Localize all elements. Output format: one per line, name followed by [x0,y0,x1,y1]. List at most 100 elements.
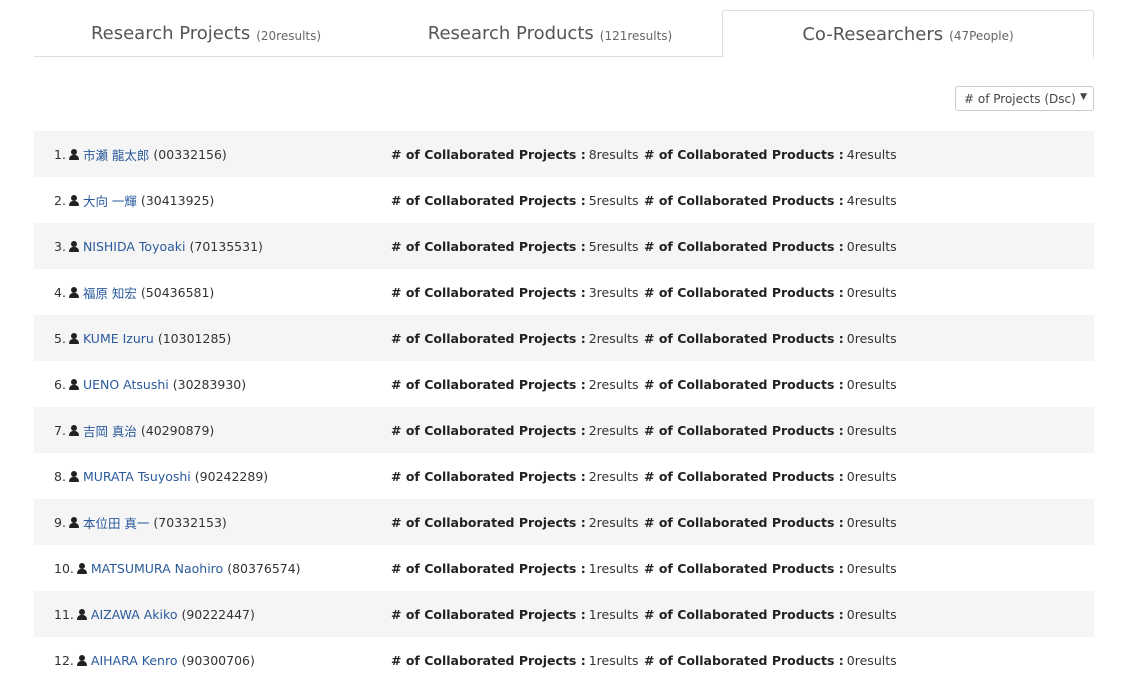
person-icon [68,286,79,298]
projects-count: 2results [588,514,639,530]
researcher-cell: 7. 吉岡 真治 (40290879) [54,421,214,440]
researcher-name-link[interactable]: KUME Izuru [83,331,154,346]
rank-number: 7. [54,422,66,438]
tab-label: Research Products [427,23,594,44]
projects-label: # of Collaborated Projects : [391,652,586,668]
rank-number: 9. [54,514,66,530]
researcher-cell: 5. KUME Izuru (10301285) [54,331,231,346]
researcher-name-link[interactable]: AIZAWA Akiko [91,607,178,622]
rank-number: 2. [54,192,66,208]
rank-number: 12. [54,652,74,668]
projects-label: # of Collaborated Projects : [391,560,586,576]
products-label: # of Collaborated Products : [644,422,844,438]
products-count: 0results [846,330,897,346]
sort-select[interactable]: # of Projects (Dsc) ▼ [955,86,1094,111]
list-item: 11. AIZAWA Akiko (90222447) # of Collaborat… [34,591,1094,637]
collaborated-projects: # of Collaborated Projects :2results [391,515,639,530]
collaborated-projects: # of Collaborated Projects :2results [391,331,639,346]
products-count: 0results [846,284,897,300]
products-label: # of Collaborated Products : [644,146,844,162]
researcher-id: (30283930) [172,376,247,392]
rank-number: 5. [54,330,66,346]
tab-research-projects[interactable]: Research Projects (20results) [34,10,378,57]
collaborated-projects: # of Collaborated Projects :8results [391,147,639,162]
projects-label: # of Collaborated Projects : [391,606,586,622]
projects-count: 3results [588,284,639,300]
researcher-name-link[interactable]: UENO Atsushi [83,377,169,392]
researcher-name-link[interactable]: NISHIDA Toyoaki [83,239,186,254]
person-icon [68,240,79,252]
list-item: 5. KUME Izuru (10301285) # of Collaborated … [34,315,1094,361]
person-icon [76,608,87,620]
list-item: 8. MURATA Tsuyoshi (90242289) # of Collabor… [34,453,1094,499]
researcher-cell: 11. AIZAWA Akiko (90222447) [54,607,255,622]
collaborated-products: # of Collaborated Products :4results [644,147,897,162]
collaborated-projects: # of Collaborated Projects :1results [391,561,639,576]
researcher-cell: 3. NISHIDA Toyoaki (70135531) [54,239,263,254]
researcher-name-link[interactable]: 本位田 真一 [83,513,149,532]
researcher-name-link[interactable]: MATSUMURA Naohiro [91,561,223,576]
projects-count: 5results [588,192,639,208]
researcher-cell: 2. 大向 一輝 (30413925) [54,191,214,210]
person-icon [76,562,87,574]
list-item: 7. 吉岡 真治 (40290879) # of Collaborated Proje… [34,407,1094,453]
list-item: 9. 本位田 真一 (70332153) # of Collaborated Proj… [34,499,1094,545]
products-label: # of Collaborated Products : [644,606,844,622]
researcher-id: (90222447) [181,606,255,622]
tab-co-researchers[interactable]: Co-Researchers (47People) [722,10,1094,58]
sort-selected-value: # of Projects (Dsc) [964,91,1076,106]
rank-number: 6. [54,376,66,392]
researcher-id: (30413925) [140,192,215,208]
products-label: # of Collaborated Products : [644,192,844,208]
researcher-id: (10301285) [157,330,232,346]
projects-label: # of Collaborated Projects : [391,330,586,346]
researcher-cell: 8. MURATA Tsuyoshi (90242289) [54,469,268,484]
projects-count: 1results [588,560,639,576]
products-count: 0results [846,468,897,484]
products-count: 0results [846,422,897,438]
researcher-id: (90300706) [181,652,255,668]
products-count: 4results [846,192,897,208]
collaborated-products: # of Collaborated Products :0results [644,515,897,530]
researcher-cell: 12. AIHARA Kenro (90300706) [54,653,255,668]
researcher-name-link[interactable]: 大向 一輝 [83,191,137,210]
projects-label: # of Collaborated Projects : [391,514,586,530]
collaborated-projects: # of Collaborated Projects :2results [391,423,639,438]
products-count: 0results [846,560,897,576]
products-label: # of Collaborated Products : [644,652,844,668]
projects-count: 1results [588,652,639,668]
projects-label: # of Collaborated Projects : [391,468,586,484]
collaborated-projects: # of Collaborated Projects :5results [391,239,639,254]
researcher-id: (70332153) [153,514,227,530]
researcher-name-link[interactable]: 福原 知宏 [83,283,137,302]
person-icon [68,332,79,344]
products-count: 4results [846,146,897,162]
list-item: 12. AIHARA Kenro (90300706) # of Collaborat… [34,637,1094,678]
researcher-cell: 4. 福原 知宏 (50436581) [54,283,214,302]
rank-number: 11. [54,606,74,622]
projects-label: # of Collaborated Projects : [391,238,586,254]
list-item: 3. NISHIDA Toyoaki (70135531) # of Collabor… [34,223,1094,269]
projects-count: 5results [588,238,639,254]
researcher-id: (00332156) [153,146,227,162]
rank-number: 4. [54,284,66,300]
projects-label: # of Collaborated Projects : [391,376,586,392]
researcher-name-link[interactable]: 市瀬 龍太郎 [83,145,149,164]
rank-number: 1. [54,146,66,162]
result-tabs: Research Projects (20results) Research P… [34,10,1094,58]
person-icon [68,148,79,160]
products-label: # of Collaborated Products : [644,560,844,576]
list-item: 6. UENO Atsushi (30283930) # of Collaborate… [34,361,1094,407]
projects-label: # of Collaborated Projects : [391,284,586,300]
collaborated-products: # of Collaborated Products :0results [644,561,897,576]
person-icon [68,378,79,390]
collaborated-products: # of Collaborated Products :0results [644,239,897,254]
collaborated-projects: # of Collaborated Projects :2results [391,469,639,484]
researcher-name-link[interactable]: AIHARA Kenro [91,653,178,668]
researcher-name-link[interactable]: 吉岡 真治 [83,421,137,440]
products-label: # of Collaborated Products : [644,330,844,346]
tab-research-products[interactable]: Research Products (121results) [378,10,722,57]
list-item: 10. MATSUMURA Naohiro (80376574) # of Colla… [34,545,1094,591]
researcher-name-link[interactable]: MURATA Tsuyoshi [83,469,191,484]
list-item: 1. 市瀬 龍太郎 (00332156) # of Collaborated Proj… [34,131,1094,177]
